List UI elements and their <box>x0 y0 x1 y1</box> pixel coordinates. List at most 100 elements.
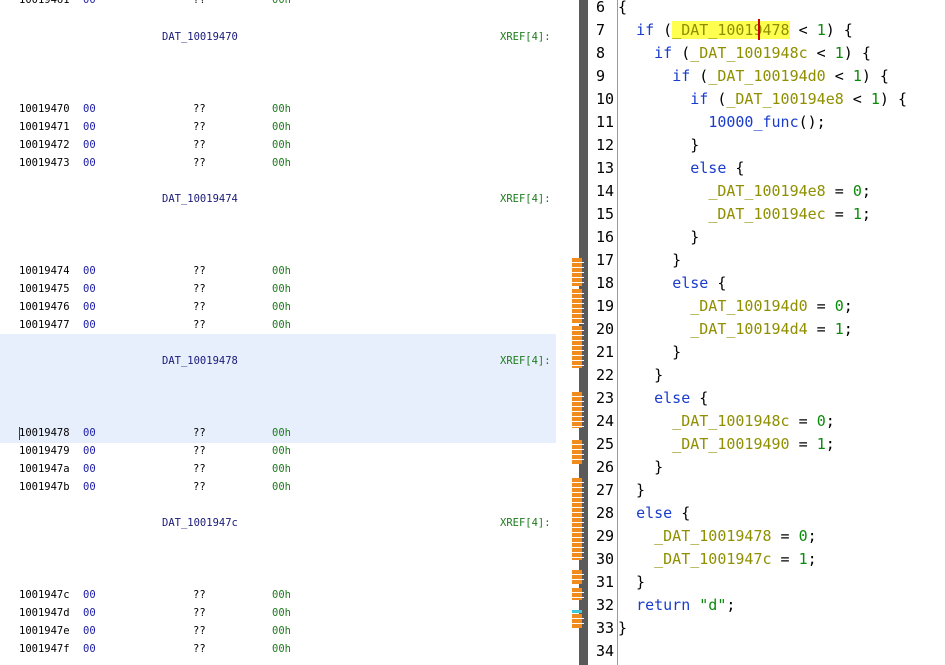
listing-row[interactable]: 1001947b 00?? 00h <box>0 478 556 496</box>
punctuation-token: ( <box>690 67 709 85</box>
line-number: 20 <box>596 320 615 338</box>
overview-marker-divider <box>570 532 584 533</box>
line-number: 14 <box>596 182 615 200</box>
punctuation-token <box>618 297 690 315</box>
listing-pane[interactable]: 10019461 00?? 00h DAT_10019470 XREF[4]: 10019… <box>0 0 556 665</box>
listing-row[interactable]: 10019476 00?? 00h <box>0 298 556 316</box>
overview-marker-divider <box>570 592 584 593</box>
overview-marker <box>572 326 582 368</box>
listing-row[interactable]: 10019471 00?? 00h <box>0 118 556 136</box>
listing-row[interactable]: 1001947f 00?? 00h <box>0 640 556 658</box>
listing-row[interactable]: 10019478 00?? 00h <box>0 424 556 442</box>
listing-row[interactable]: 1001947d 00?? 00h <box>0 604 556 622</box>
code-line[interactable]: _DAT_1001948c = 0; <box>618 410 835 433</box>
code-line[interactable]: } <box>618 364 663 387</box>
variable-token[interactable]: _DAT_100194d0 <box>690 297 807 315</box>
xref-link[interactable]: XREF[4]: <box>500 190 551 208</box>
code-line[interactable]: } <box>618 571 645 594</box>
variable-token[interactable]: _DAT_1001948c <box>672 412 789 430</box>
code-line[interactable]: } <box>618 226 699 249</box>
listing-mnemonic: ?? <box>193 625 206 637</box>
code-line[interactable]: if (_DAT_10019478 < 1) { <box>618 19 853 42</box>
punctuation-token: ; <box>861 205 871 223</box>
code-line[interactable]: else { <box>618 272 726 295</box>
punctuation-token: ; <box>807 527 817 545</box>
listing-row[interactable]: 1001947e 00?? 00h <box>0 622 556 640</box>
listing-row[interactable]: 10019461 00?? 00h <box>0 0 556 9</box>
data-label[interactable]: DAT_10019474 <box>162 190 238 208</box>
listing-address: 10019476 <box>19 301 70 313</box>
overview-marker <box>572 614 582 628</box>
data-label[interactable]: DAT_10019470 <box>162 28 238 46</box>
code-line[interactable]: else { <box>618 502 690 525</box>
overview-marker-divider <box>570 277 584 278</box>
variable-token[interactable]: _DAT_100194d4 <box>690 320 807 338</box>
variable-token[interactable]: _DAT_100194ec <box>708 205 825 223</box>
code-line[interactable]: if (_DAT_100194d0 < 1) { <box>618 65 889 88</box>
code-line[interactable]: 10000_func(); <box>618 111 825 134</box>
data-label[interactable]: DAT_1001947c <box>162 514 238 532</box>
listing-row[interactable]: 10019472 00?? 00h <box>0 136 556 154</box>
overview-marker-divider <box>570 340 584 341</box>
listing-address: 1001947b <box>19 481 70 493</box>
xref-link[interactable]: XREF[4]: <box>500 514 551 532</box>
code-line[interactable]: } <box>618 341 681 364</box>
code-line[interactable]: _DAT_1001947c = 1; <box>618 548 817 571</box>
listing-mnemonic: ?? <box>193 319 206 331</box>
data-label[interactable]: DAT_10019478 <box>162 352 238 370</box>
variable-token[interactable]: _DAT_10019490 <box>672 435 789 453</box>
listing-row[interactable]: 10019477 00?? 00h <box>0 316 556 334</box>
listing-row[interactable]: 10019475 00?? 00h <box>0 280 556 298</box>
variable-token[interactable]: _DAT_1001947c <box>654 550 771 568</box>
variable-token[interactable]: _DAT_10019478 <box>654 527 771 545</box>
code-line[interactable]: else { <box>618 157 744 180</box>
variable-token[interactable]: _DAT_100194e8 <box>708 182 825 200</box>
keyword-token: if <box>636 21 655 39</box>
code-line[interactable]: else { <box>618 387 708 410</box>
overview-marker-divider <box>570 262 584 263</box>
listing-row[interactable]: 10019474 00?? 00h <box>0 262 556 280</box>
code-line[interactable]: if (_DAT_1001948c < 1) { <box>618 42 871 65</box>
variable-token[interactable]: _DAT_100194e8 <box>726 90 843 108</box>
overview-marker-divider <box>570 542 584 543</box>
punctuation-token <box>618 550 654 568</box>
code-line[interactable]: } <box>618 249 681 272</box>
listing-row[interactable]: 10019473 00?? 00h <box>0 154 556 172</box>
punctuation-token: } <box>618 481 646 499</box>
variable-token[interactable]: _DAT_1001948c <box>690 44 807 62</box>
listing-bytes: 00 <box>83 319 96 331</box>
listing-address: 10019477 <box>19 319 70 331</box>
line-number: 33 <box>596 619 615 637</box>
code-line[interactable]: } <box>618 456 663 479</box>
variable-token[interactable]: _DAT_100194d0 <box>708 67 825 85</box>
code-line[interactable]: _DAT_10019478 = 0; <box>618 525 817 548</box>
code-line[interactable]: _DAT_100194e8 = 0; <box>618 180 871 203</box>
punctuation-token: = <box>807 297 835 315</box>
code-line[interactable]: } <box>618 134 699 157</box>
decompiler-pane[interactable]: 6 7 8 9 10 11 12 13 14 15 16 17 18 19 20 21 22 23 24 25 26 27… <box>590 0 945 665</box>
listing-row[interactable]: 10019470 00?? 00h <box>0 100 556 118</box>
xref-link[interactable]: XREF[4]: <box>500 28 551 46</box>
code-line[interactable]: _DAT_100194d0 = 0; <box>618 295 853 318</box>
code-line[interactable]: _DAT_10019490 = 1; <box>618 433 835 456</box>
punctuation-token: } <box>618 228 700 246</box>
listing-row[interactable]: 1001947c 00?? 00h <box>0 586 556 604</box>
line-number: 12 <box>596 136 615 154</box>
listing-address: 1001947d <box>19 607 70 619</box>
listing-operand: 00h <box>272 265 291 277</box>
listing-row[interactable]: 10019479 00?? 00h <box>0 442 556 460</box>
function-token[interactable]: 10000_func <box>708 113 798 131</box>
code-line[interactable]: } <box>618 617 627 640</box>
code-line[interactable]: } <box>618 479 645 502</box>
code-line[interactable]: return "d"; <box>618 594 735 617</box>
code-line[interactable]: if (_DAT_100194e8 < 1) { <box>618 88 907 111</box>
xref-link[interactable]: XREF[4]: <box>500 352 551 370</box>
line-number: 8 <box>596 44 606 62</box>
listing-row[interactable]: 1001947a 00?? 00h <box>0 460 556 478</box>
code-line[interactable]: { <box>618 0 627 19</box>
code-line[interactable]: _DAT_100194d4 = 1; <box>618 318 853 341</box>
overview-marker-divider <box>570 557 584 558</box>
code-line[interactable]: _DAT_100194ec = 1; <box>618 203 871 226</box>
highlighted-variable-token[interactable]: _DAT_10019478 <box>672 21 790 39</box>
number-token: 1 <box>852 205 862 223</box>
